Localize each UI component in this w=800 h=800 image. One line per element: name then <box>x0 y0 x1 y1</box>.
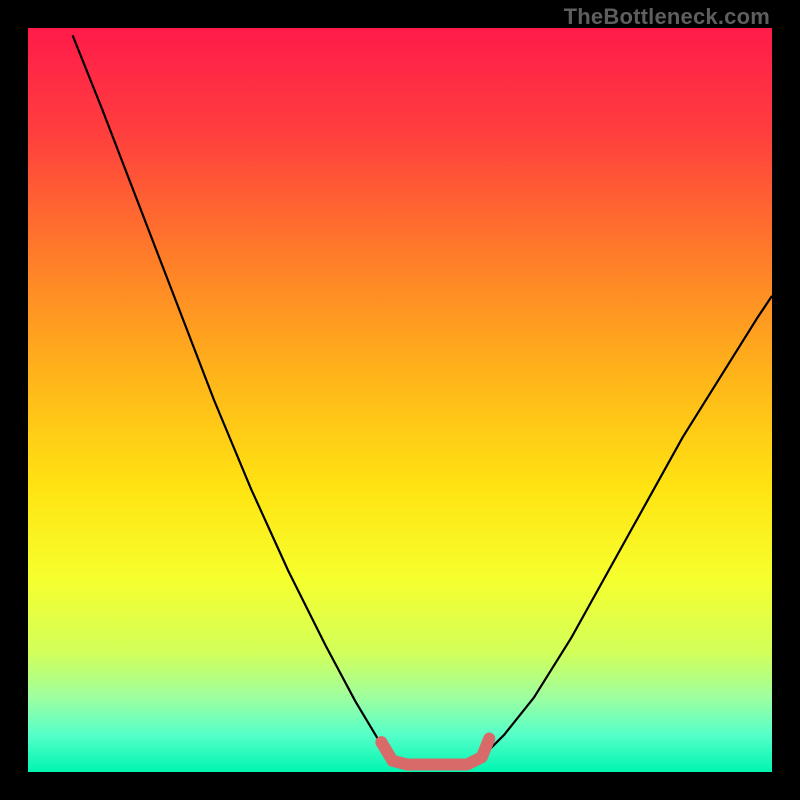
bottleneck-chart <box>28 28 772 772</box>
gradient-background <box>28 28 772 772</box>
optimal-end-tick <box>485 735 493 743</box>
optimal-start-dot <box>375 736 387 748</box>
watermark-text: TheBottleneck.com <box>564 4 770 30</box>
chart-frame <box>28 28 772 772</box>
